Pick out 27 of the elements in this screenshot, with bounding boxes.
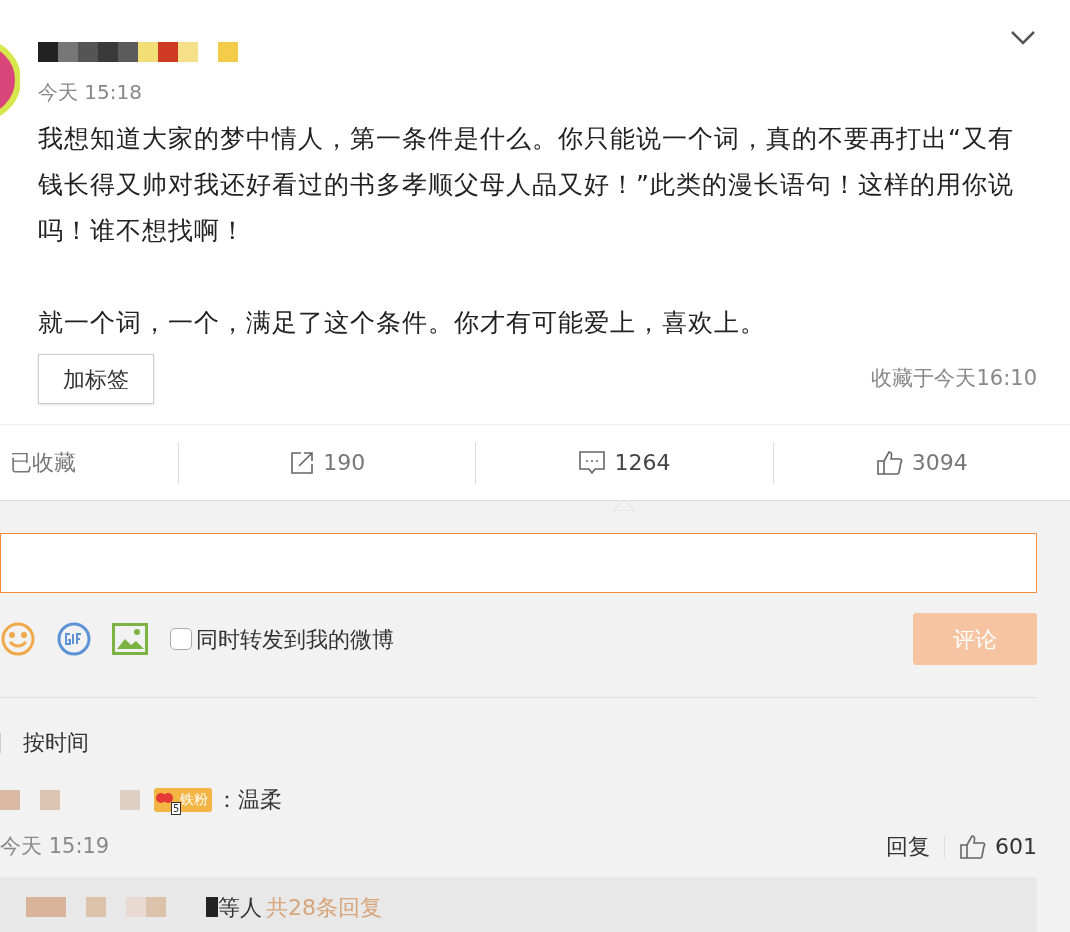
comment-input[interactable] <box>0 533 1037 593</box>
forward-label: 同时转发到我的微博 <box>196 625 394 654</box>
forward-checkbox[interactable] <box>170 628 192 650</box>
like-button[interactable]: 601 <box>959 830 1037 863</box>
comment-icon <box>578 449 607 476</box>
comment-action[interactable]: 1264 <box>578 446 671 479</box>
image-icon[interactable] <box>112 623 148 655</box>
add-tag-button[interactable]: 加标签 <box>38 354 154 404</box>
smiley-icon[interactable] <box>0 621 36 657</box>
comment-time: 今天 15:19 <box>0 832 110 860</box>
comment-text: ：温柔 <box>216 786 282 814</box>
post-time: 今天 15:18 <box>38 79 143 106</box>
repost-action[interactable]: 190 <box>289 446 366 479</box>
post-text: 就一个词，一个，满足了这个条件。你才有可能爱上，喜欢上。 <box>38 307 767 339</box>
gif-icon[interactable] <box>56 621 92 657</box>
reply-button[interactable]: 回复 <box>886 830 930 863</box>
thumbs-up-icon <box>875 449 904 476</box>
repliers-note: 等人 <box>218 893 262 922</box>
sort-by-time[interactable]: 按时间 <box>23 726 89 759</box>
post-text: 我想知道大家的梦中情人，第一条件是什么。你只能说一个词，真的不要再打出“又有钱长得又帅对我还好看过的书多孝顺父母人品又好！”此类的漫长语句！这样的用你说吗！谁不想找啊！ <box>38 123 1015 247</box>
redaction-block <box>206 897 218 917</box>
like-action[interactable]: 3094 <box>875 446 968 479</box>
saved-time: 收藏于今天16:10 <box>871 365 1037 393</box>
chevron-down-icon[interactable] <box>1010 30 1036 46</box>
thumbs-up-icon <box>959 833 987 860</box>
favorite-action[interactable]: 已收藏 <box>10 446 76 479</box>
share-icon <box>289 449 316 476</box>
